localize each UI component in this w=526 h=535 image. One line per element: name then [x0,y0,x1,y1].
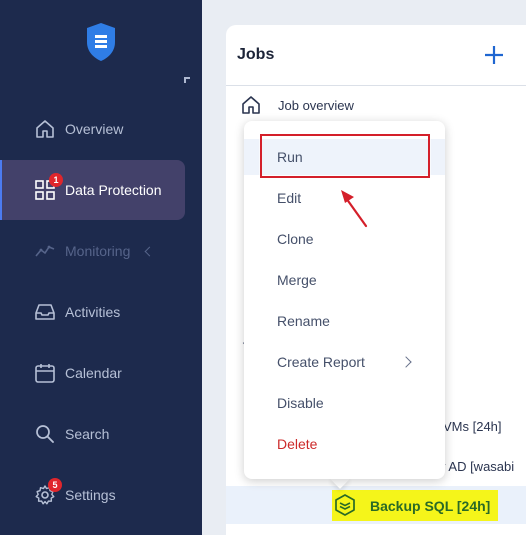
sidebar-item-label: Overview [65,121,124,137]
panel-title: Jobs [237,46,275,63]
menu-item-delete[interactable]: Delete [244,426,445,462]
annotation-highlight-box [260,134,430,178]
notification-badge: 1 [49,173,63,187]
job-overview-label: Job overview [278,98,354,113]
sidebar-item-monitoring[interactable]: Monitoring [0,221,202,281]
shield-logo-icon [87,23,115,61]
menu-item-label: Disable [277,395,324,411]
backup-job-icon [335,494,355,516]
search-icon [33,422,57,446]
menu-item-rename[interactable]: Rename [244,303,445,339]
job-item-partial[interactable]: VMs [24h] [443,419,502,434]
notification-badge: 5 [48,478,62,492]
home-icon [242,96,260,114]
sidebar-item-calendar[interactable]: Calendar [0,343,202,403]
divider [226,85,526,86]
sidebar-item-overview[interactable]: Overview [0,99,202,159]
menu-item-label: Create Report [277,354,365,370]
selected-job-label: Backup SQL [24h] [370,498,491,514]
calendar-icon [33,361,57,385]
selected-job-highlight[interactable]: Backup SQL [24h] [332,490,498,521]
sidebar-item-label: Search [65,426,110,442]
sidebar-item-label: Activities [65,304,121,320]
sidebar-item-label: Monitoring [65,243,131,259]
menu-item-label: Merge [277,272,317,288]
inbox-icon [33,300,57,324]
sidebar-item-data-protection[interactable]: 1 Data Protection [2,160,185,220]
sidebar: Overview 1 Data Protection Monitoring Ac… [0,0,202,535]
sidebar-item-search[interactable]: Search [0,404,202,464]
sidebar-item-activities[interactable]: Activities [0,282,202,342]
sidebar-collapse-icon[interactable] [184,77,190,83]
sidebar-item-label: Calendar [65,365,122,381]
menu-item-label: Rename [277,313,330,329]
home-icon [33,117,57,141]
sidebar-item-label: Settings [65,487,116,503]
job-overview-item[interactable]: Job overview [226,92,526,120]
chevron-left-icon [144,246,155,257]
chevron-right-icon [400,356,412,368]
menu-item-merge[interactable]: Merge [244,262,445,298]
sidebar-item-label: Data Protection [65,182,162,198]
job-item-partial[interactable]: y AD [wasabi [439,459,514,474]
add-job-plus-icon[interactable] [483,44,505,66]
menu-item-disable[interactable]: Disable [244,385,445,421]
menu-item-label: Delete [277,436,318,452]
sidebar-item-settings[interactable]: 5 Settings [0,465,202,525]
menu-item-create-report[interactable]: Create Report [244,344,445,380]
annotation-arrow-icon [341,190,368,228]
menu-item-label: Edit [277,190,302,206]
menu-item-label: Clone [277,231,314,247]
activity-line-icon [33,239,57,263]
